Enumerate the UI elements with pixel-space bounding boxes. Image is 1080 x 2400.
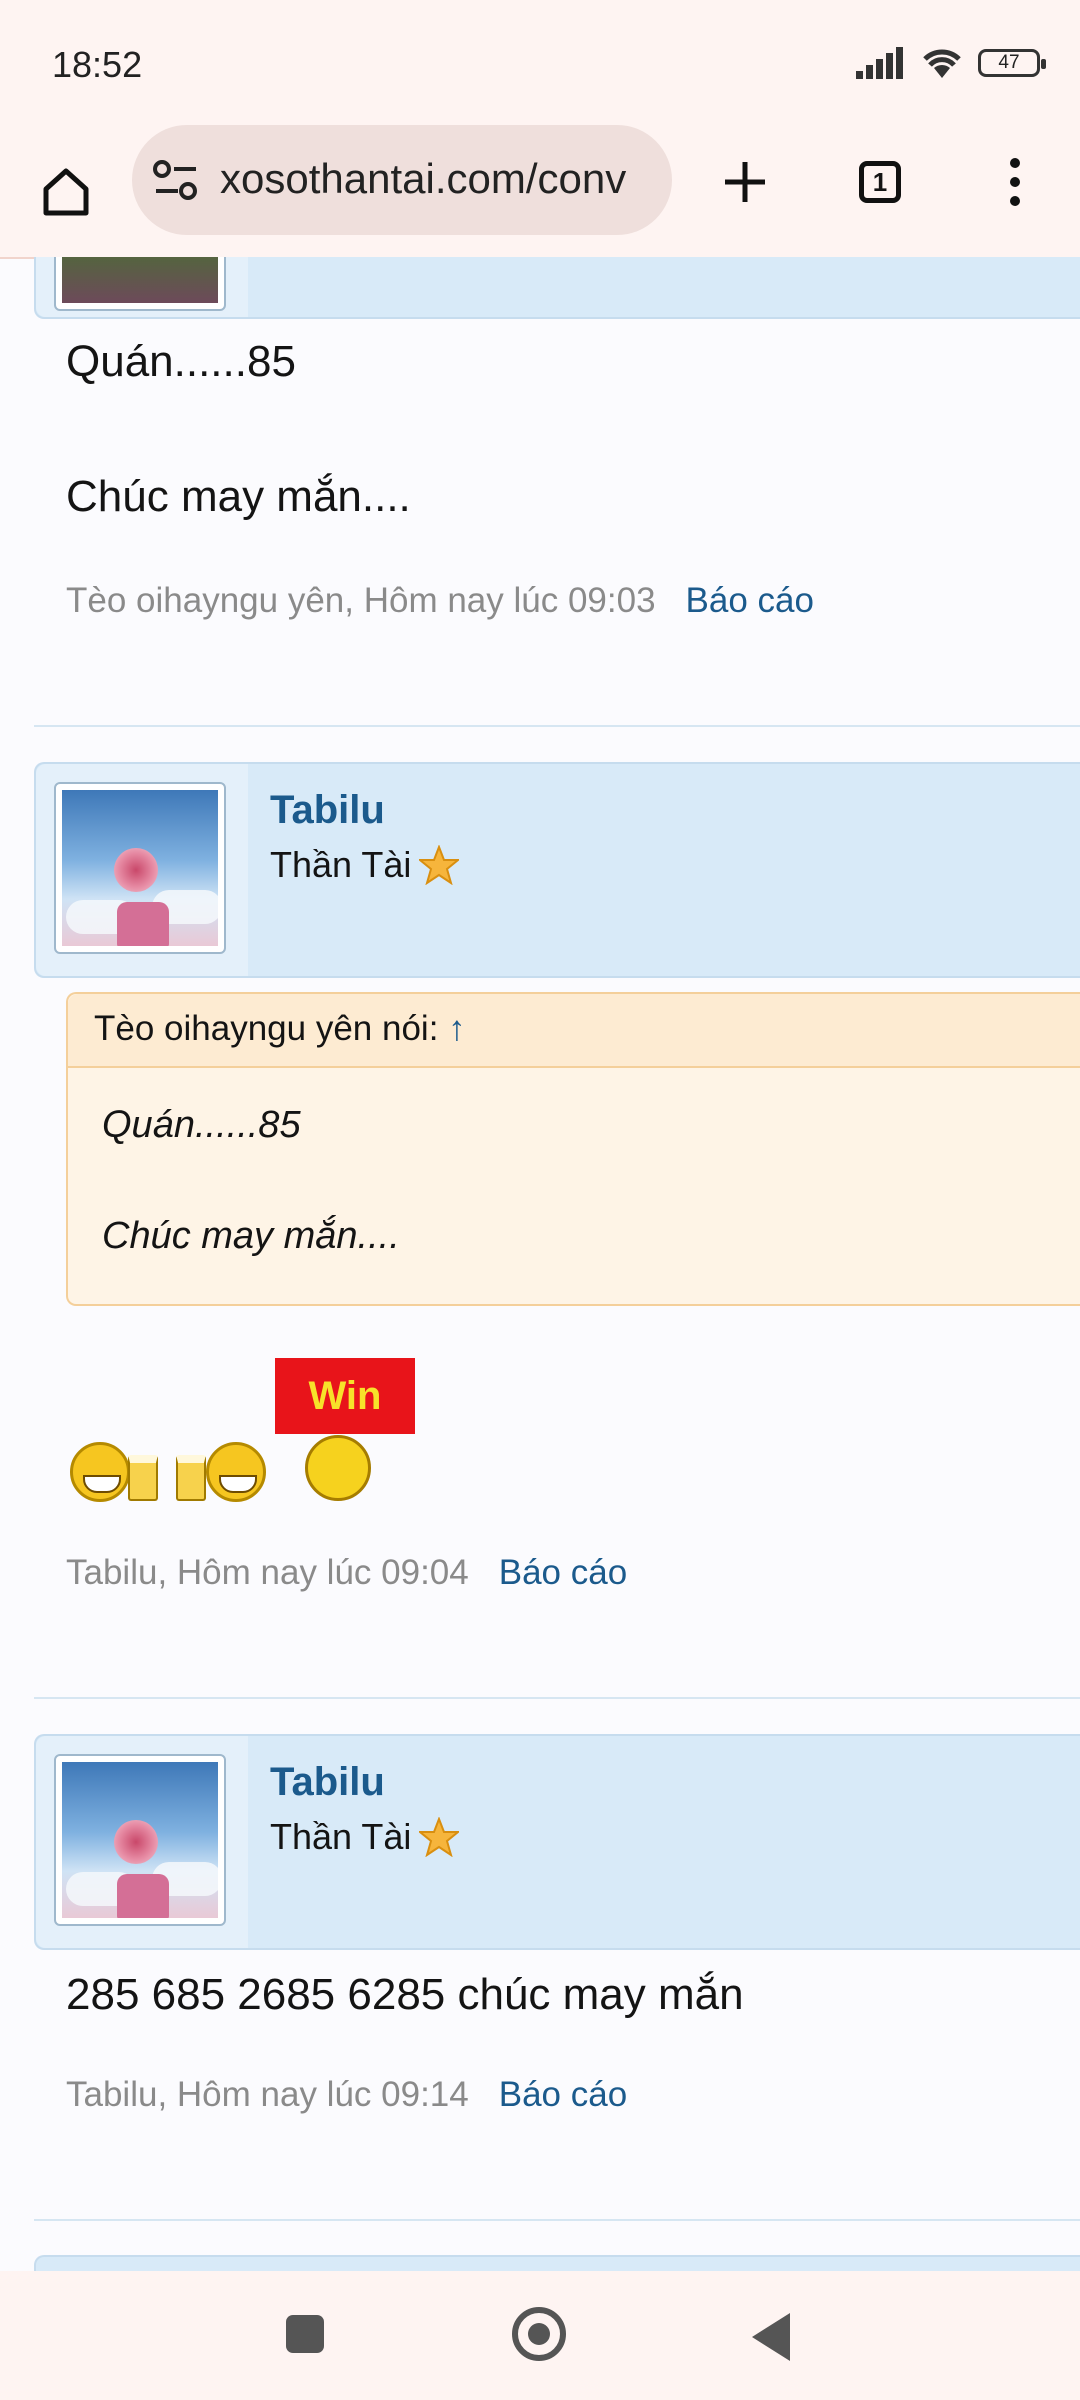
report-link[interactable]: Báo cáo [499, 2075, 627, 2114]
username[interactable]: Tabilu [270, 1760, 385, 1805]
system-nav-bar [0, 2271, 1080, 2400]
avatar[interactable] [54, 257, 226, 311]
recents-button[interactable] [286, 2315, 324, 2353]
home-nav-button[interactable] [512, 2307, 566, 2361]
star-icon [419, 845, 460, 885]
browser-toolbar: xosothantai.com/conv 1 [0, 125, 1080, 259]
post-author-time: Tèo oihayngu yên, Hôm nay lúc 09:03 [66, 581, 656, 620]
signal-icon [856, 47, 903, 79]
status-bar: 18:52 47 [0, 0, 1080, 125]
username[interactable]: Tabilu [270, 788, 385, 833]
quote-jump-link[interactable]: ↑ [448, 1009, 466, 1048]
tab-switcher-button[interactable]: 1 [845, 147, 915, 217]
report-link[interactable]: Báo cáo [499, 1553, 627, 1592]
post-author-time: Tabilu, Hôm nay lúc 09:14 [66, 2075, 469, 2114]
quote-author: Tèo oihayngu yên nói: [94, 1009, 439, 1048]
user-title: Thần Tài [270, 844, 460, 886]
post-author-time: Tabilu, Hôm nay lúc 09:04 [66, 1553, 469, 1592]
user-title-text: Thần Tài [270, 844, 412, 885]
menu-button[interactable] [980, 147, 1050, 217]
post-divider [34, 1697, 1080, 1699]
post-message: 285 685 2685 6285 chúc may mắn [66, 1970, 744, 2019]
avatar-box [36, 1736, 248, 1948]
home-icon [43, 168, 89, 216]
site-settings-icon[interactable] [152, 159, 200, 203]
post-header: Tabilu Thần Tài [34, 1734, 1080, 1950]
post-divider [34, 2219, 1080, 2221]
quote-header: Tèo oihayngu yên nói: ↑ [68, 994, 1080, 1068]
post-meta: Tabilu, Hôm nay lúc 09:14 Báo cáo [66, 2075, 627, 2115]
star-icon [419, 1817, 460, 1857]
avatar[interactable] [54, 1754, 226, 1926]
post-meta: Tèo oihayngu yên, Hôm nay lúc 09:03 Báo c… [66, 581, 814, 621]
home-button[interactable] [28, 153, 104, 229]
post-divider [34, 725, 1080, 727]
post-header: Tabilu Thần Tài [34, 762, 1080, 978]
quote-line: Chúc may mắn.... [102, 1215, 400, 1257]
new-tab-button[interactable] [710, 147, 780, 217]
tab-count: 1 [859, 161, 901, 203]
plus-icon [725, 162, 765, 202]
win-sign-emoji: Win [275, 1358, 415, 1434]
post-meta: Tabilu, Hôm nay lúc 09:04 Báo cáo [66, 1553, 627, 1593]
post-message-line: Chúc may mắn.... [66, 472, 411, 521]
more-vert-icon [1010, 158, 1020, 206]
thread-content: Quán......85 Chúc may mắn.... Tèo oihayn… [0, 257, 1080, 2271]
battery-level: 47 [998, 52, 1020, 73]
battery-icon: 47 [978, 49, 1046, 77]
address-bar[interactable]: xosothantai.com/conv [132, 125, 672, 235]
status-icons: 47 [856, 46, 1046, 80]
url-text: xosothantai.com/conv [220, 155, 627, 202]
quote-line: Quán......85 [102, 1104, 301, 1146]
avatar-box [36, 257, 248, 317]
post-header [34, 2255, 1080, 2271]
clock: 18:52 [52, 44, 143, 85]
post-message-line: Quán......85 [66, 337, 296, 386]
back-button[interactable] [752, 2313, 790, 2361]
report-link[interactable]: Báo cáo [686, 581, 814, 620]
quote-block: Tèo oihayngu yên nói: ↑ Quán......85 Chú… [66, 992, 1080, 1306]
win-smiley-emoji [305, 1435, 371, 1501]
avatar[interactable] [54, 782, 226, 954]
post-header [34, 257, 1080, 319]
avatar-box [36, 764, 248, 976]
user-title: Thần Tài [270, 1816, 460, 1858]
user-title-text: Thần Tài [270, 1816, 412, 1857]
wifi-icon [923, 49, 961, 78]
